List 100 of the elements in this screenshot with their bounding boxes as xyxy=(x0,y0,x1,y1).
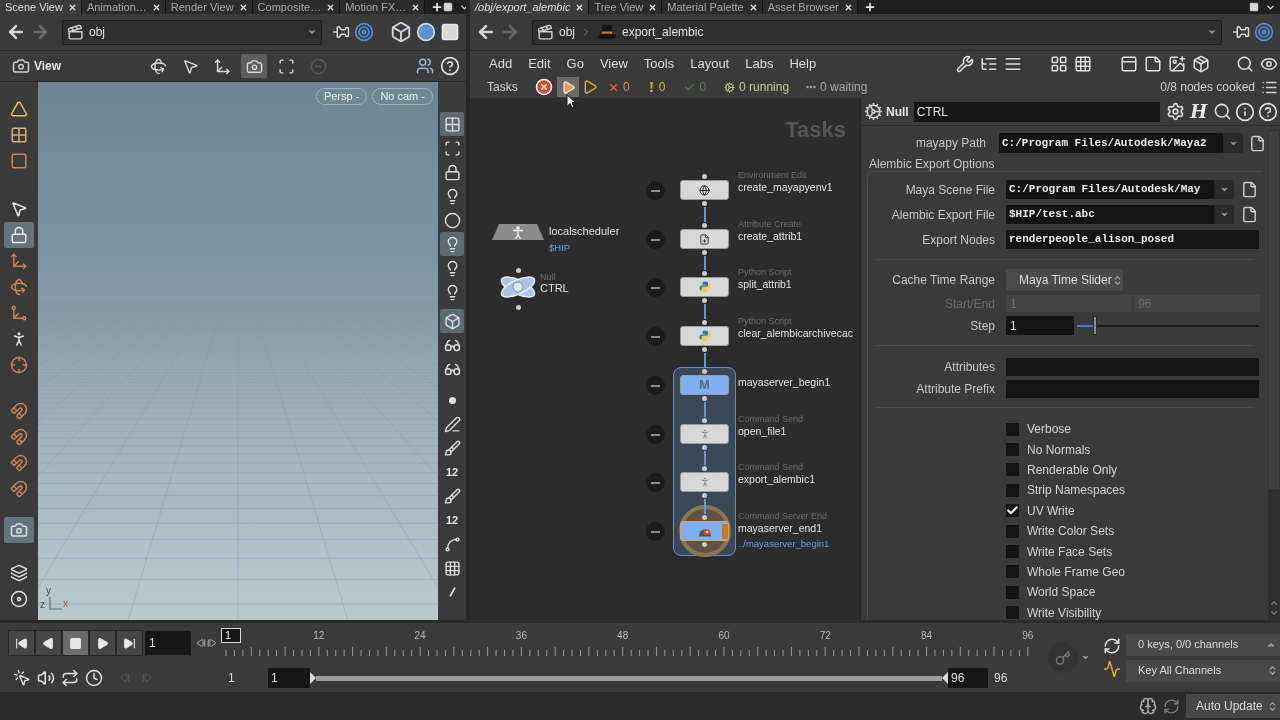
back-arrow-icon[interactable] xyxy=(6,22,26,42)
current-frame-marker[interactable]: 1 xyxy=(221,628,241,643)
input-connector-icon[interactable] xyxy=(702,271,707,276)
path-segment[interactable]: obj xyxy=(559,26,575,38)
tool-button[interactable] xyxy=(241,54,268,78)
file-path-field[interactable]: $HIP/test.abc xyxy=(1006,205,1214,224)
wrench-icon[interactable] xyxy=(956,54,974,73)
window-icon[interactable] xyxy=(443,2,454,12)
tool-button[interactable] xyxy=(4,222,34,248)
menu-item[interactable]: Go xyxy=(558,57,592,70)
checkbox[interactable] xyxy=(1006,443,1019,457)
input-connector-icon[interactable] xyxy=(702,466,707,471)
node-name-field[interactable]: CTRL xyxy=(913,101,1160,122)
file-icon[interactable] xyxy=(1241,206,1258,223)
tool-button[interactable] xyxy=(440,112,464,136)
target-icon[interactable] xyxy=(354,22,374,42)
step-slider[interactable] xyxy=(1077,316,1259,335)
pane-tab[interactable]: Composite… xyxy=(252,0,341,14)
file-path-field[interactable]: C:/Program Files/Autodesk/May xyxy=(1006,180,1214,199)
dropdown-menu[interactable]: Maya Time Slider xyxy=(1006,269,1123,291)
output-connector-icon[interactable] xyxy=(516,305,521,310)
checkbox[interactable] xyxy=(1006,545,1019,559)
loop-icon[interactable] xyxy=(61,668,79,687)
node-tile[interactable] xyxy=(680,472,729,492)
refresh-icon[interactable] xyxy=(1103,637,1121,655)
search-icon[interactable] xyxy=(1212,102,1232,121)
step-forward-icon[interactable] xyxy=(206,638,217,648)
frame-field[interactable]: 1 xyxy=(145,631,191,655)
number-display-button[interactable]: 12 xyxy=(440,508,464,532)
checkbox[interactable] xyxy=(1006,524,1019,538)
auto-update-button[interactable]: Auto Update xyxy=(1186,694,1280,718)
playback-button[interactable] xyxy=(116,630,143,656)
output-connector-icon[interactable] xyxy=(702,250,707,255)
speaker-icon[interactable] xyxy=(37,668,55,687)
package-icon[interactable] xyxy=(1192,54,1210,73)
square-icon[interactable] xyxy=(440,22,460,42)
scheduler-node[interactable] xyxy=(492,224,544,240)
checkbox[interactable] xyxy=(1006,463,1019,477)
close-icon[interactable] xyxy=(238,2,248,12)
checkbox[interactable] xyxy=(1006,565,1019,579)
tool-button[interactable] xyxy=(440,232,464,256)
range-end-field[interactable]: 96 xyxy=(948,667,988,688)
cook-button[interactable] xyxy=(557,77,579,97)
window-icon[interactable] xyxy=(1249,2,1259,12)
search-icon[interactable] xyxy=(1236,54,1254,73)
tool-button[interactable] xyxy=(440,309,464,333)
timeline-ruler[interactable]: 1 12 24 36 48 60 72 84 96 xyxy=(221,625,1033,661)
input-connector-icon[interactable] xyxy=(702,223,707,228)
output-connector-icon[interactable] xyxy=(702,298,707,303)
checkbox[interactable] xyxy=(1006,606,1019,620)
range-start-field[interactable]: 1 xyxy=(268,667,310,688)
path-segment[interactable]: export_alembic xyxy=(622,26,704,38)
text-field[interactable] xyxy=(1006,358,1259,376)
menu-item[interactable]: Labs xyxy=(737,57,782,70)
pane-tab[interactable]: Animation… xyxy=(81,0,166,14)
output-connector-icon[interactable] xyxy=(702,347,707,352)
scroll-up-icon[interactable] xyxy=(1269,598,1279,608)
pane-tab[interactable]: /obj/export_alembic xyxy=(470,0,590,14)
checkbox[interactable] xyxy=(1006,483,1019,497)
dropdown-button[interactable] xyxy=(1223,133,1243,153)
checkbox[interactable] xyxy=(1006,585,1019,599)
close-icon[interactable] xyxy=(648,2,658,12)
output-connector-icon[interactable] xyxy=(702,445,707,450)
four-squares-icon[interactable] xyxy=(1050,54,1068,73)
pin-icon[interactable] xyxy=(1232,23,1250,41)
close-icon[interactable] xyxy=(843,2,853,12)
menu-item[interactable]: Add xyxy=(481,57,521,70)
pulse-icon[interactable] xyxy=(1103,660,1121,678)
menu-item[interactable]: Layout xyxy=(682,57,738,70)
cube-icon[interactable] xyxy=(390,21,412,43)
node-tile[interactable] xyxy=(680,229,729,249)
pane-tab[interactable]: Render View xyxy=(165,0,253,14)
node-tile[interactable] xyxy=(680,180,729,200)
circle-icon[interactable] xyxy=(416,22,436,42)
file-icon[interactable] xyxy=(1241,181,1258,198)
input-connector-icon[interactable] xyxy=(702,369,707,374)
input-connector-icon[interactable] xyxy=(516,268,521,273)
brain-icon[interactable] xyxy=(1139,697,1157,715)
help-icon[interactable] xyxy=(1257,101,1278,122)
dropdown-button[interactable] xyxy=(1214,180,1234,199)
camera-menu-button[interactable]: No cam - xyxy=(372,88,433,105)
node-tile[interactable] xyxy=(680,326,729,346)
scrollbar[interactable] xyxy=(1268,130,1280,620)
number-field[interactable]: 1 xyxy=(1006,316,1074,335)
dropdown-button[interactable] xyxy=(1214,205,1234,224)
caret-icon[interactable] xyxy=(1207,27,1217,37)
menu-item[interactable]: View xyxy=(591,57,636,70)
key-button[interactable] xyxy=(1048,642,1078,673)
keys-dropdown[interactable]: 0 keys, 0/0 channels xyxy=(1126,633,1280,656)
input-connector-icon[interactable] xyxy=(702,418,707,423)
menu-item[interactable]: Tools xyxy=(635,57,683,70)
input-connector-icon[interactable] xyxy=(702,174,707,179)
close-icon[interactable] xyxy=(575,2,585,12)
checkbox[interactable] xyxy=(1006,422,1019,436)
close-icon[interactable] xyxy=(151,2,161,12)
scroll-down-icon[interactable] xyxy=(1269,608,1279,618)
node-tile[interactable] xyxy=(680,424,729,444)
info-icon[interactable] xyxy=(1234,101,1255,122)
camera-menu-button[interactable]: Persp - xyxy=(315,88,368,105)
close-icon[interactable] xyxy=(748,2,758,12)
